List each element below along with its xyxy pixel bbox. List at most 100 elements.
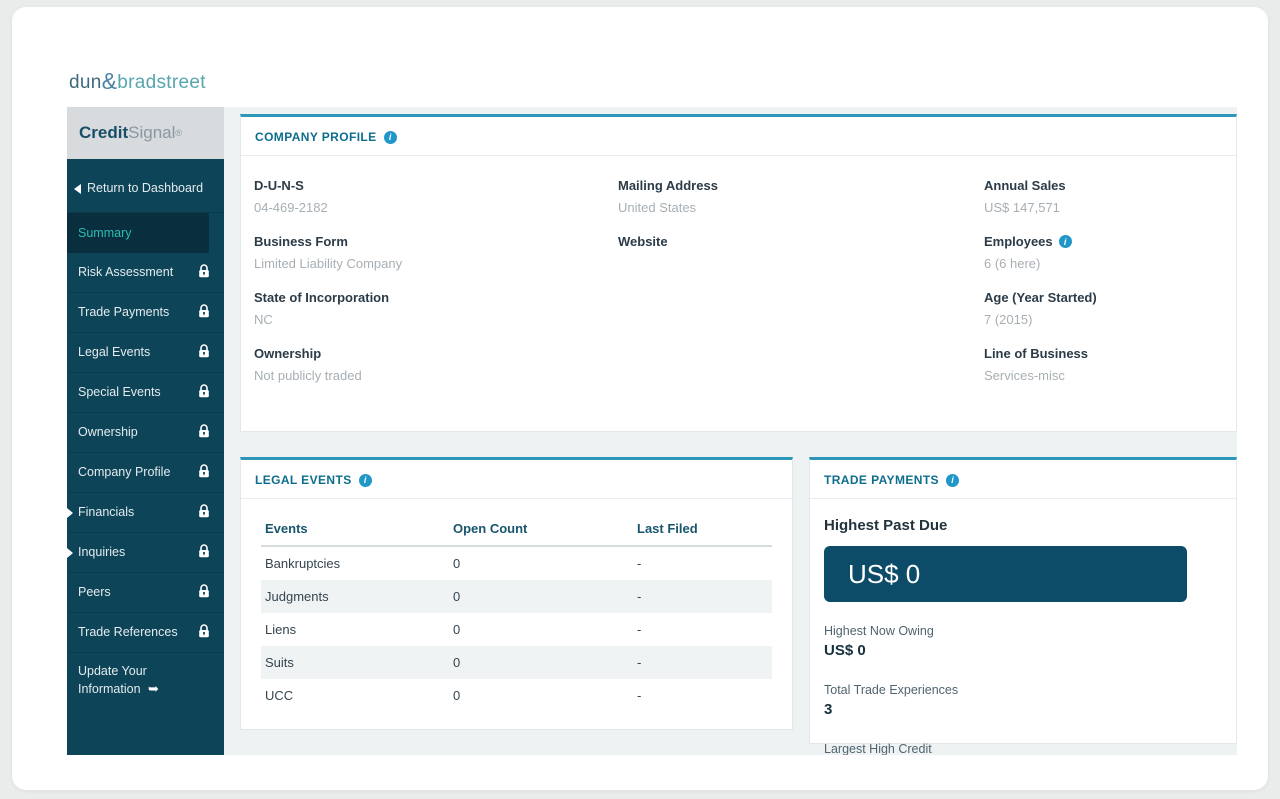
table-row-judgments: Judgments 0 - [261,580,772,613]
sidebar-item-trade-references[interactable]: Trade References [67,613,224,653]
cell-open-count: 0 [449,546,633,580]
sidebar-item-inquiries[interactable]: Inquiries [67,533,224,573]
cell-event: Judgments [261,580,449,613]
logo-text-dun: dun [69,72,102,93]
legal-events-body: Events Open Count Last Filed Bankruptcie… [241,499,792,712]
sidebar-item-financials[interactable]: Financials [67,493,224,533]
field-value: Limited Liability Company [254,256,618,271]
info-icon[interactable]: i [384,131,397,144]
sidebar-item-legal-events[interactable]: Legal Events [67,333,224,373]
sidebar-item-label: Peers [78,584,192,601]
info-icon[interactable]: i [1059,235,1072,248]
sidebar-item-return-to-dashboard[interactable]: Return to Dashboard [67,165,224,213]
field-value: United States [618,200,984,215]
lock-icon [198,344,210,361]
stat-label: Total Trade Experiences [824,683,964,697]
lock-icon [198,264,210,281]
table-row-bankruptcies: Bankruptcies 0 - [261,546,772,580]
sidebar-item-summary[interactable]: Summary [67,213,209,253]
page-container: dun&bradstreet CreditSignal® Return to D… [12,7,1268,790]
main-content: COMPANY PROFILE i D-U-N-S 04-469-2182 Bu… [224,107,1237,755]
company-profile-title: COMPANY PROFILE [255,130,377,144]
sidebar-item-label: Company Profile [78,464,192,481]
legal-events-card: LEGAL EVENTS i Events Open Count Last Fi… [240,457,793,730]
lock-icon [198,384,210,401]
trade-payments-stats: Highest Now Owing US$ 0 Total Trade Expe… [824,624,1222,755]
stat-largest-high-credit: Largest High Credit US$ 250 [824,742,1099,755]
sidebar-item-company-profile[interactable]: Company Profile [67,453,224,493]
info-icon[interactable]: i [946,474,959,487]
sidebar-item-label: Legal Events [78,344,192,361]
trade-payments-body: Highest Past Due US$ 0 Highest Now Owing… [810,499,1236,755]
edge-marker-icon [67,548,73,558]
cell-last-filed: - [633,646,772,679]
field-line-of-business: Line of Business Services-misc [984,346,1234,383]
sidebar: CreditSignal® Return to Dashboard Summar… [67,107,224,755]
table-header-row: Events Open Count Last Filed [261,515,772,546]
cell-event: Liens [261,613,449,646]
cell-open-count: 0 [449,613,633,646]
field-label: Employees i [984,234,1234,249]
sidebar-item-label: Update Your Information ➥ [78,663,188,698]
company-profile-column-1: D-U-N-S 04-469-2182 Business Form Limite… [254,178,618,383]
sidebar-item-peers[interactable]: Peers [67,573,224,613]
cell-event: Bankruptcies [261,546,449,580]
sidebar-item-label: Summary [78,225,195,242]
column-header-open-count: Open Count [449,515,633,546]
company-profile-body: D-U-N-S 04-469-2182 Business Form Limite… [241,156,1236,383]
legal-events-table: Events Open Count Last Filed Bankruptcie… [261,515,772,712]
field-value: US$ 147,571 [984,200,1234,215]
lock-icon [198,304,210,321]
field-ownership: Ownership Not publicly traded [254,346,618,383]
company-profile-header: COMPANY PROFILE i [241,117,1236,156]
company-profile-column-2: Mailing Address United States Website [618,178,984,383]
sidebar-item-ownership[interactable]: Ownership [67,413,224,453]
field-value: Not publicly traded [254,368,618,383]
field-state-of-incorporation: State of Incorporation NC [254,290,618,327]
logo-text-bradstreet: bradstreet [117,72,206,93]
cell-open-count: 0 [449,646,633,679]
sidebar-item-update-your-information[interactable]: Update Your Information ➥ [67,653,224,702]
cell-last-filed: - [633,613,772,646]
info-icon[interactable]: i [359,474,372,487]
curved-arrow-icon: ➥ [148,681,159,696]
field-label: Business Form [254,234,618,249]
cell-last-filed: - [633,580,772,613]
lock-icon [198,464,210,481]
highest-past-due-banner: US$ 0 [824,546,1187,602]
cell-last-filed: - [633,546,772,580]
trade-payments-header: TRADE PAYMENTS i [810,460,1236,499]
stat-label: Highest Now Owing [824,624,1099,638]
sidebar-item-label: Return to Dashboard [87,180,210,197]
sidebar-item-label: Inquiries [78,544,192,561]
sidebar-item-trade-payments[interactable]: Trade Payments [67,293,224,333]
cell-open-count: 0 [449,580,633,613]
trade-payments-card: TRADE PAYMENTS i Highest Past Due US$ 0 … [809,457,1237,744]
field-value: 04-469-2182 [254,200,618,215]
sidebar-item-risk-assessment[interactable]: Risk Assessment [67,253,224,293]
field-label: Line of Business [984,346,1234,361]
product-title-bold: Credit [79,123,128,143]
field-employees: Employeesi 6 (6 here) [984,234,1234,271]
table-row-suits: Suits 0 - [261,646,772,679]
back-arrow-icon [74,184,81,194]
lock-icon [198,624,210,641]
cell-event: UCC [261,679,449,712]
sidebar-item-special-events[interactable]: Special Events [67,373,224,413]
field-label: Mailing Address [618,178,984,193]
cell-event: Suits [261,646,449,679]
field-label: Website [618,234,984,249]
cell-last-filed: - [633,679,772,712]
edge-marker-icon [67,508,73,518]
stat-label: Largest High Credit [824,742,1099,755]
field-duns: D-U-N-S 04-469-2182 [254,178,618,215]
field-value: 7 (2015) [984,312,1234,327]
sidebar-item-label: Ownership [78,424,192,441]
lock-icon [198,504,210,521]
stat-value: US$ 0 [824,642,1099,659]
table-row-liens: Liens 0 - [261,613,772,646]
legal-events-header: LEGAL EVENTS i [241,460,792,499]
field-label-text: Employees [984,234,1053,249]
column-header-last-filed: Last Filed [633,515,772,546]
field-website: Website [618,234,984,271]
